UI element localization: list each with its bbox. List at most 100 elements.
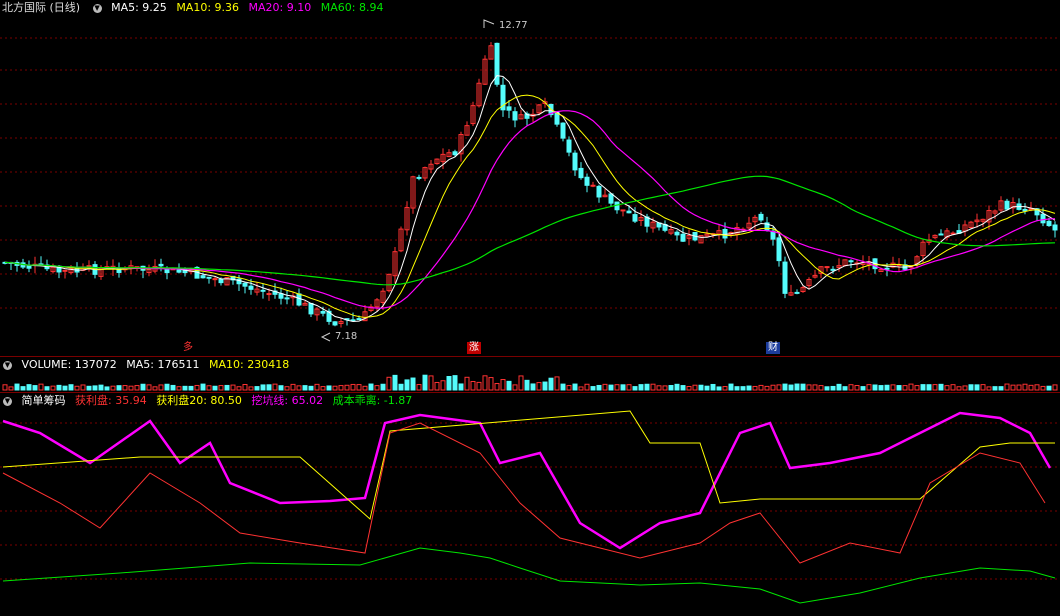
volume-bar: [992, 386, 998, 391]
volume-ma10: MA10: 230418: [208, 358, 290, 371]
candle-body: [248, 285, 254, 290]
volume-bar: [2, 384, 8, 391]
volume-bar: [1028, 384, 1034, 391]
volume-bar: [686, 385, 692, 391]
volume-bar: [368, 383, 374, 391]
candle-body: [452, 151, 458, 156]
volume-bar: [650, 383, 656, 391]
candle-body: [758, 213, 764, 221]
volume-bar: [632, 386, 638, 391]
candle-body: [626, 210, 632, 214]
candle-body: [218, 278, 224, 284]
candle-body: [848, 260, 854, 263]
volume-bar: [1052, 384, 1058, 391]
volume-bar: [740, 386, 746, 391]
volume-bar: [806, 384, 812, 391]
volume-bar: [350, 383, 356, 391]
event-marker-duo[interactable]: 多: [181, 342, 195, 354]
volume-bar: [818, 385, 824, 391]
volume-bar: [554, 376, 560, 391]
cost-deviation-value: 成本乖离: -1.87: [332, 394, 413, 407]
chevron-down-icon[interactable]: ▼: [92, 3, 102, 13]
volume-bar: [314, 383, 320, 391]
volume-bar: [446, 376, 452, 391]
volume-bar: [68, 384, 74, 391]
candle-body: [680, 233, 686, 242]
chevron-down-icon[interactable]: ▼: [3, 360, 12, 370]
volume-bar: [668, 384, 674, 391]
volume-bar: [548, 377, 554, 391]
volume-bar: [476, 381, 482, 391]
volume-bar: [794, 383, 800, 391]
volume-bar: [170, 384, 176, 391]
candle-body: [332, 321, 338, 326]
volume-bar: [290, 383, 296, 391]
volume-bar: [662, 385, 668, 391]
volume-bar: [362, 385, 368, 391]
volume-bar: [110, 385, 116, 391]
volume-bar: [770, 384, 776, 391]
ma5-line: [4, 75, 1056, 323]
volume-panel[interactable]: ▼ VOLUME: 137072 MA5: 176511 MA10: 23041…: [0, 357, 1060, 392]
volume-bar: [500, 379, 506, 391]
high-price-pointer: [483, 19, 495, 28]
event-marker-zhang[interactable]: 涨: [467, 342, 481, 354]
candle-body: [782, 261, 788, 294]
volume-bar: [458, 383, 464, 391]
volume-bar: [746, 385, 752, 391]
chip-indicator-chart[interactable]: [0, 393, 1060, 616]
volume-bar: [674, 383, 680, 391]
volume-bar: [602, 383, 608, 391]
volume-bar: [74, 385, 80, 391]
volume-bar: [44, 386, 50, 391]
volume-bar: [710, 383, 716, 391]
candle-body: [284, 297, 290, 300]
volume-bar: [764, 385, 770, 391]
profit20-value: 获利盘20: 80.50: [156, 394, 242, 407]
candle-body: [776, 237, 782, 262]
volume-bar: [386, 376, 392, 391]
volume-bar: [542, 381, 548, 391]
high-price-label: 12.77: [499, 20, 528, 31]
volume-bar: [8, 386, 14, 391]
candle-body: [722, 228, 728, 239]
volume-bar: [860, 386, 866, 391]
price-panel[interactable]: 北方国际 (日线) ▼ MA5: 9.25 MA10: 9.36 MA20: 9…: [0, 0, 1060, 356]
volume-bar: [326, 385, 332, 391]
volume-bar: [266, 384, 272, 391]
volume-bar: [422, 374, 428, 391]
volume-bar: [644, 383, 650, 391]
ma20-line: [4, 110, 1056, 309]
volume-bar: [1034, 384, 1040, 391]
volume-bar: [782, 383, 788, 391]
candle-body: [578, 167, 584, 179]
volume-bar: [212, 385, 218, 391]
volume-bar: [488, 377, 494, 391]
volume-bar: [878, 385, 884, 391]
chip-indicator-panel[interactable]: ▼ 简单筹码 获利盘: 35.94 获利盘20: 80.50 挖坑线: 65.0…: [0, 393, 1060, 616]
candlestick-chart[interactable]: [0, 0, 1060, 356]
candle-body: [158, 263, 164, 267]
profit20-line: [2, 410, 1055, 520]
volume-bar: [968, 384, 974, 391]
candle-body: [884, 267, 890, 270]
volume-bar: [800, 383, 806, 391]
volume-bar: [824, 386, 830, 391]
volume-bar: [380, 383, 386, 391]
volume-bar: [434, 381, 440, 391]
volume-bar: [1022, 383, 1028, 391]
volume-bar: [248, 386, 254, 391]
cost-deviation-line: [2, 547, 1056, 604]
candle-body: [572, 152, 578, 171]
chevron-down-icon[interactable]: ▼: [3, 396, 12, 406]
volume-ma5: MA5: 176511: [126, 358, 200, 371]
volume-bar: [302, 385, 308, 391]
candle-body: [830, 268, 836, 271]
volume-bar: [938, 383, 944, 391]
volume-bar: [638, 384, 644, 391]
volume-bar: [62, 385, 68, 391]
candle-body: [590, 184, 596, 187]
volume-bar: [128, 385, 134, 391]
volume-bar: [962, 385, 968, 391]
event-marker-cai[interactable]: 财: [766, 342, 780, 354]
